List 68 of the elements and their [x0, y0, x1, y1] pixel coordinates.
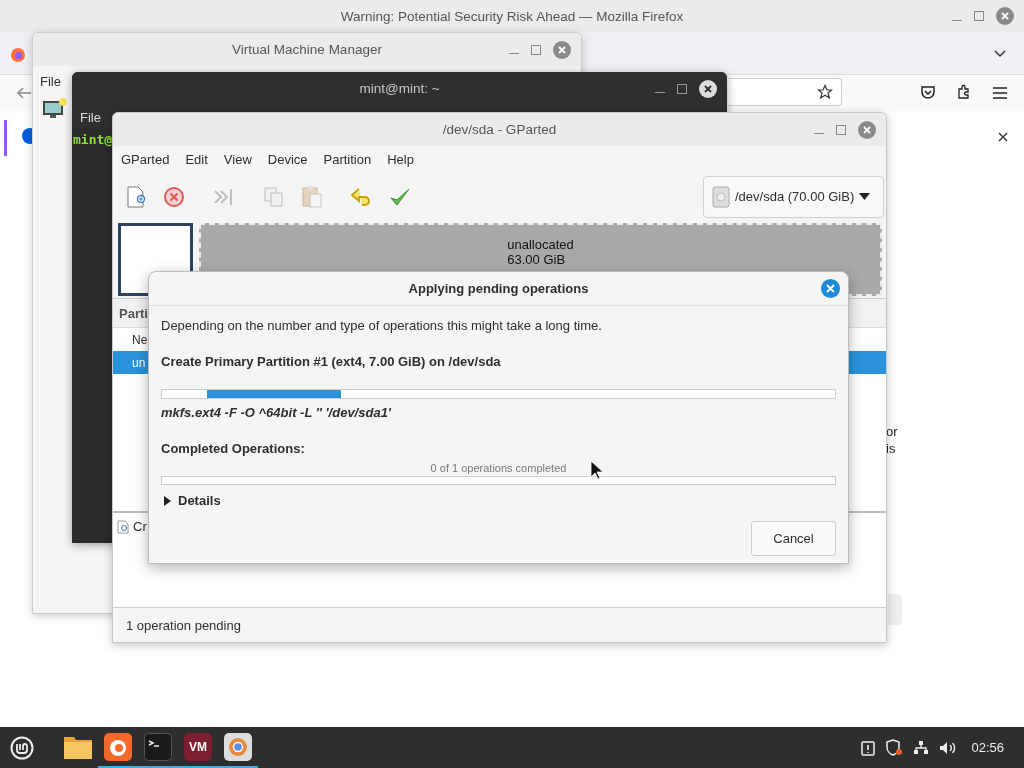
puzzle-icon[interactable] — [956, 84, 972, 100]
browser-icon — [224, 732, 252, 761]
dialog-title: Applying pending operations — [408, 281, 589, 296]
terminal-prompt: mint@ — [73, 132, 113, 147]
menu-button[interactable] — [9, 734, 35, 761]
volume-icon[interactable] — [939, 740, 958, 755]
star-icon[interactable] — [817, 84, 833, 100]
close-icon — [826, 284, 835, 293]
close-icon — [703, 83, 713, 94]
close-button[interactable] — [699, 79, 717, 98]
window-title: mint@mint: ~ — [359, 81, 440, 96]
vm-launcher[interactable]: VM — [178, 727, 218, 768]
cursor-icon — [590, 460, 604, 480]
clock[interactable]: 02:56 — [971, 740, 1004, 755]
browser-icon — [104, 732, 132, 761]
clipboard-icon[interactable] — [861, 739, 876, 756]
shield-icon[interactable] — [885, 739, 904, 756]
copy-icon — [263, 185, 285, 208]
operation-title: Create Primary Partition #1 (ext4, 7.00 GiB) on /dev/sda — [161, 354, 502, 369]
caret-icon — [859, 193, 871, 200]
cancel-circle-icon — [163, 185, 185, 208]
device-dropdown[interactable]: /dev/sda (70.00 GiB) — [703, 175, 884, 218]
cancel-button[interactable]: Cancel — [751, 521, 836, 556]
column-header[interactable]: Parti — [119, 305, 148, 321]
new-document-icon — [126, 185, 146, 208]
back-icon[interactable] — [16, 86, 32, 100]
maximize-button[interactable] — [677, 83, 687, 94]
close-icon — [1000, 11, 1010, 21]
command-text: mkfs.ext4 -F -O ^64bit -L '' '/dev/sda1' — [161, 405, 392, 420]
window-title: Warning: Potential Security Risk Ahead — Mozilla Firefox — [340, 8, 684, 24]
page-text: or — [886, 424, 898, 439]
triangle-icon — [164, 495, 172, 506]
window-title: Virtual Machine Manager — [232, 42, 382, 57]
details-expander[interactable]: Details — [161, 491, 224, 510]
paste-icon — [301, 184, 323, 209]
menu-item[interactable]: Device — [267, 152, 308, 167]
menu-icon[interactable] — [993, 87, 1007, 99]
partition-label: unallocated — [507, 237, 574, 252]
description-text: Depending on the number and type of operations this might take a long time. — [161, 318, 603, 333]
maximize-button[interactable] — [531, 44, 541, 55]
section-label: Completed Operations: — [161, 441, 306, 456]
address-field[interactable] — [728, 78, 842, 106]
operation-text: Cr — [133, 519, 147, 534]
terminal-icon — [144, 732, 172, 761]
maximize-button[interactable] — [974, 11, 984, 21]
menu-item[interactable]: View — [223, 152, 252, 167]
chevron-icon[interactable] — [993, 49, 1007, 59]
monitor-icon[interactable] — [42, 98, 68, 120]
network-icon[interactable] — [913, 740, 930, 755]
menu-item[interactable]: File — [80, 109, 101, 125]
page-text: is — [886, 441, 896, 456]
progress-text: 0 of 1 operations completed — [430, 462, 567, 474]
menu-item[interactable]: File — [40, 73, 61, 89]
new-partition-icon — [117, 519, 129, 534]
browser-icon[interactable] — [10, 47, 26, 63]
close-icon[interactable] — [998, 132, 1008, 142]
partition-size: 63.00 GiB — [507, 252, 567, 267]
maximize-button[interactable] — [836, 124, 846, 135]
menu-item[interactable]: Edit — [185, 152, 208, 167]
close-icon — [557, 44, 567, 55]
window-title: /dev/sda - GParted — [442, 122, 557, 137]
close-icon — [862, 124, 872, 135]
menu-item[interactable]: Partition — [323, 152, 372, 167]
logo — [10, 735, 34, 760]
menu-item[interactable]: Help — [387, 152, 414, 167]
status-text: 1 operation pending — [126, 617, 241, 633]
menu-item[interactable]: GParted — [121, 152, 170, 167]
pocket-icon[interactable] — [920, 85, 936, 100]
